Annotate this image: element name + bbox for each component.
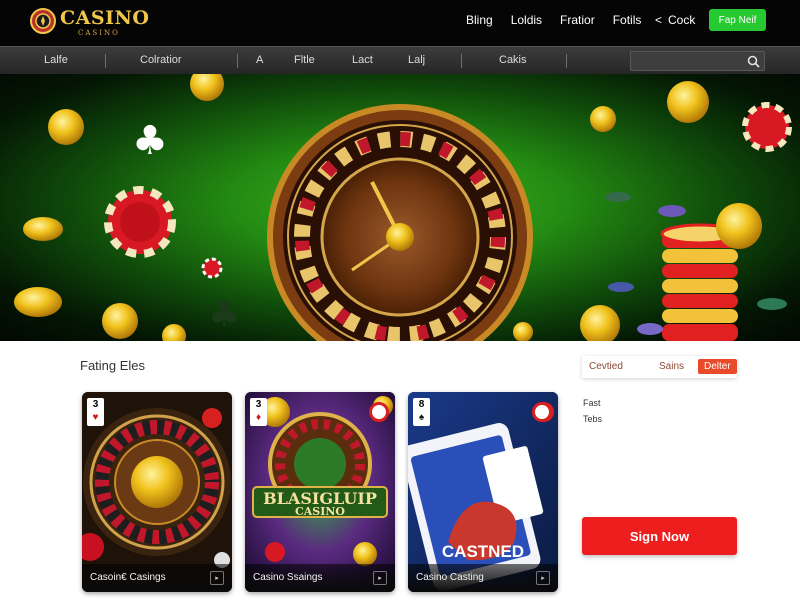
side-text-1: Fast [583, 398, 601, 408]
card-overlay-subtitle: CASINO [294, 505, 345, 518]
tab-2[interactable]: Sains [659, 361, 684, 372]
nav-link-1[interactable]: Bling [466, 13, 493, 27]
search-icon[interactable] [747, 55, 760, 68]
card-footer: Casino Ssaings ▸ [245, 564, 395, 592]
divider [237, 54, 238, 68]
card-suit: ♦ [255, 412, 262, 423]
game-card-3[interactable]: 8 ♠ CASTNED Casino Casting ▸ [408, 392, 558, 592]
search-box[interactable] [630, 51, 765, 71]
svg-text:♣: ♣ [208, 294, 240, 335]
mobile-casino-card-art [408, 392, 558, 592]
casino-logo[interactable]: CASINO CASINO [30, 5, 149, 39]
sign-now-button[interactable]: Sign Now [582, 517, 737, 555]
game-card-2[interactable]: 3 ♦ BLASIGLUIP CASINO Casino Ssaings ▸ [245, 392, 395, 592]
game-card-1[interactable]: 3 ♥ Casoin€ Casings ▸ [82, 392, 232, 592]
category-item-7[interactable]: Cakis [499, 54, 527, 66]
back-link-label: Cock [668, 13, 696, 27]
roulette-hero-art: ♣ ♣ [14, 74, 792, 341]
roulette-wheel-icon [267, 104, 533, 341]
nav-link-2[interactable]: Loldis [511, 13, 542, 27]
filter-tabs: Cevtied Sains Delter [582, 356, 737, 378]
card-suit: ♠ [418, 412, 425, 423]
side-text-2: Tebs [583, 414, 603, 424]
category-item-3[interactable]: A [256, 54, 263, 66]
divider [105, 54, 106, 68]
card-overlay-title: CASTNED [441, 542, 525, 561]
brand-name: CASINO [60, 7, 150, 29]
card-footer: Casino Casting ▸ [408, 564, 558, 592]
chip-badge-icon [532, 402, 552, 422]
category-bar: Lalfe Colratior A Fltle Lact Lalj Cakis [0, 46, 800, 74]
signup-top-button[interactable]: Fap Neif [709, 9, 766, 31]
main-nav: Bling Loldis Fratior Fotils [466, 13, 659, 27]
divider [461, 54, 462, 68]
card-rank: 3 [255, 399, 262, 410]
card-label: Casino Casting [416, 572, 484, 583]
card-footer: Casoin€ Casings ▸ [82, 564, 232, 592]
top-navbar: CASINO CASINO Bling Loldis Fratior Fotil… [0, 0, 800, 46]
category-item-4[interactable]: Fltle [294, 54, 315, 66]
section-title: Fating Eles [80, 358, 146, 373]
search-input[interactable] [635, 54, 745, 68]
chip-badge-icon [369, 402, 389, 422]
card-label: Casino Ssaings [253, 572, 323, 583]
card-label: Casoin€ Casings [90, 572, 166, 583]
category-item-2[interactable]: Colratior [140, 54, 182, 66]
tab-1[interactable]: Cevtied [589, 361, 623, 372]
roulette-card-art [82, 392, 232, 592]
play-icon[interactable]: ▸ [210, 571, 224, 585]
hero-banner: ♣ ♣ [0, 74, 800, 341]
category-item-1[interactable]: Lalfe [44, 54, 68, 66]
nav-link-3[interactable]: Fratior [560, 13, 595, 27]
card-suit: ♥ [92, 412, 99, 423]
playing-card-icon: 8 ♠ [413, 398, 430, 426]
brand-subtitle: CASINO [78, 29, 120, 37]
divider [566, 54, 567, 68]
card-rank: 3 [92, 399, 99, 410]
casino-chip-icon [30, 8, 56, 34]
playing-card-icon: 3 ♦ [250, 398, 267, 426]
category-item-6[interactable]: Lalj [408, 54, 425, 66]
chevron-left-icon: < [655, 13, 663, 27]
nav-link-4[interactable]: Fotils [613, 13, 642, 27]
back-link[interactable]: < Cock [655, 13, 695, 27]
svg-text:♣: ♣ [132, 118, 168, 164]
play-icon[interactable]: ▸ [536, 571, 550, 585]
play-icon[interactable]: ▸ [373, 571, 387, 585]
playing-card-icon: 3 ♥ [87, 398, 104, 426]
tab-3[interactable]: Delter [698, 359, 737, 374]
card-rank: 8 [418, 399, 425, 410]
category-item-5[interactable]: Lact [352, 54, 373, 66]
